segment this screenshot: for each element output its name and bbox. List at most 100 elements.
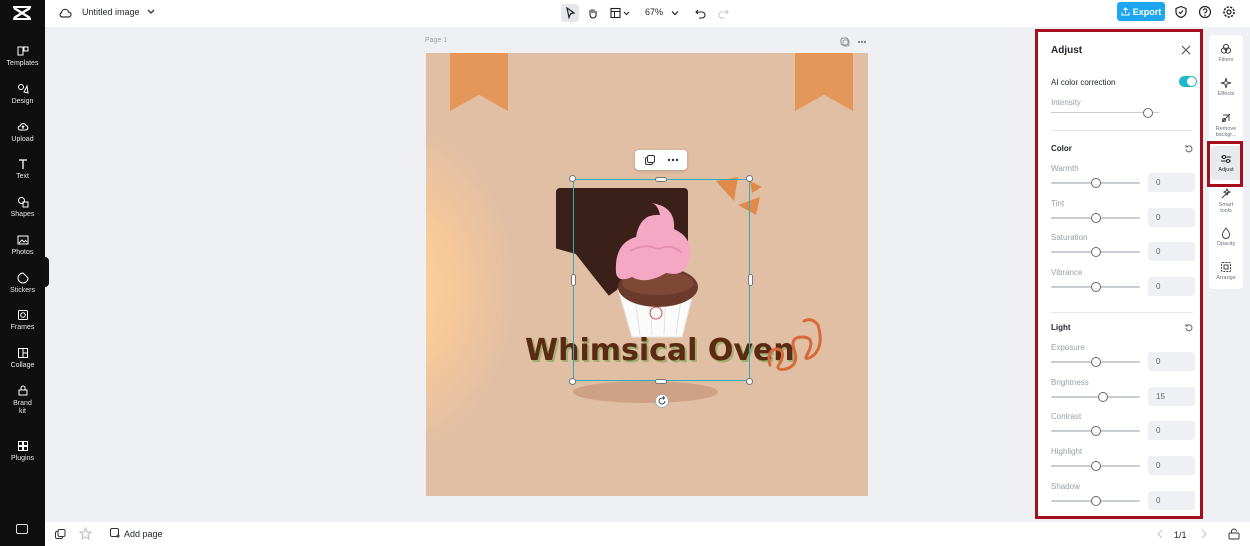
- sidebar-item-stickers[interactable]: Stickers: [0, 272, 45, 295]
- resize-handle-bottom[interactable]: [655, 379, 667, 384]
- help-icon[interactable]: [1198, 5, 1212, 19]
- frames-icon: [17, 310, 28, 320]
- highlight-slider-thumb[interactable]: [1090, 461, 1101, 472]
- cupcake-shadow[interactable]: [573, 381, 718, 403]
- resize-handle-top-right[interactable]: [746, 175, 753, 182]
- chevron-left-icon[interactable]: [1155, 528, 1165, 540]
- ribbon-decoration-right[interactable]: [795, 53, 853, 111]
- contrast-slider-thumb[interactable]: [1090, 426, 1101, 437]
- lock-icon[interactable]: [1228, 528, 1240, 540]
- squiggle-decoration[interactable]: [764, 315, 826, 373]
- brightness-value-input[interactable]: 15: [1148, 386, 1195, 406]
- keyboard-shortcuts-icon[interactable]: [16, 524, 28, 534]
- shadow-value-input[interactable]: 0: [1148, 490, 1195, 510]
- zoom-level[interactable]: 67%: [645, 7, 663, 17]
- close-icon[interactable]: [1181, 45, 1191, 55]
- ai-correction-toggle[interactable]: [1179, 76, 1197, 87]
- layout-tool-button[interactable]: [608, 4, 634, 22]
- warmth-slider-thumb[interactable]: [1090, 178, 1101, 188]
- tint-slider[interactable]: [1051, 212, 1140, 223]
- add-page-button[interactable]: Add page: [110, 528, 163, 539]
- highlight-slider[interactable]: [1051, 461, 1140, 472]
- page-actions[interactable]: [840, 36, 870, 48]
- hand-tool-button[interactable]: [584, 4, 602, 22]
- sidebar-item-shapes[interactable]: Shapes: [0, 196, 45, 219]
- intensity-slider[interactable]: [1051, 108, 1159, 118]
- vibrance-value-input[interactable]: 0: [1148, 277, 1195, 297]
- sidebar-item-text[interactable]: Text: [0, 158, 45, 181]
- saturation-slider-thumb[interactable]: [1090, 247, 1101, 258]
- redo-button[interactable]: [715, 4, 731, 22]
- selection-box[interactable]: [573, 179, 750, 381]
- sidebar-item-label: Design: [11, 98, 34, 105]
- more-options-icon[interactable]: [666, 154, 680, 166]
- brightness-label: Brightness: [1051, 377, 1089, 387]
- shield-icon[interactable]: [1174, 5, 1188, 19]
- resize-handle-top[interactable]: [655, 177, 667, 182]
- capcut-logo-icon[interactable]: [11, 3, 33, 23]
- sidebar-item-templates[interactable]: Templates: [0, 45, 45, 68]
- exposure-value-input[interactable]: 0: [1148, 352, 1195, 371]
- reset-icon[interactable]: [1184, 323, 1194, 333]
- saturation-value-input[interactable]: 0: [1148, 242, 1195, 262]
- pages-icon[interactable]: [55, 529, 66, 540]
- artboard[interactable]: Whimsical Oven: [426, 53, 868, 496]
- shadow-slider-thumb[interactable]: [1090, 495, 1101, 506]
- sidebar-item-design[interactable]: Design: [0, 83, 45, 106]
- tint-value-input[interactable]: 0: [1148, 207, 1195, 227]
- export-label: Export: [1132, 6, 1162, 17]
- resize-handle-bottom-right[interactable]: [746, 378, 753, 385]
- highlight-value-input[interactable]: 0: [1148, 456, 1195, 476]
- tool-rail-filters[interactable]: Filters: [1209, 43, 1243, 63]
- sidebar-item-upload[interactable]: Upload: [0, 121, 45, 144]
- tool-rail-remove-backgr[interactable]: Remove backgr...: [1209, 112, 1243, 138]
- sidebar-item-brand-kit[interactable]: Brand kit: [0, 385, 45, 416]
- saturation-slider[interactable]: [1051, 247, 1140, 258]
- chevron-down-icon[interactable]: [147, 6, 155, 18]
- resize-handle-left[interactable]: [571, 274, 576, 286]
- adjust-panel: Adjust AI color correction Intensity Col…: [1035, 29, 1203, 519]
- sidebar-item-frames[interactable]: Frames: [0, 309, 45, 332]
- warmth-value-input[interactable]: 0: [1148, 173, 1195, 192]
- sidebar-item-photos[interactable]: Photos: [0, 234, 45, 257]
- gear-icon[interactable]: [1222, 5, 1236, 19]
- resize-handle-bottom-left[interactable]: [569, 378, 576, 385]
- brightness-slider[interactable]: [1051, 391, 1140, 402]
- smart-tools-icon: [1221, 188, 1232, 199]
- intensity-slider-thumb[interactable]: [1143, 108, 1154, 118]
- tool-rail-opacity[interactable]: Opacity: [1209, 227, 1243, 247]
- chevron-down-icon: [671, 11, 679, 16]
- exposure-slider[interactable]: [1051, 357, 1140, 367]
- duplicate-icon[interactable]: [644, 154, 656, 166]
- zoom-dropdown-button[interactable]: [670, 4, 680, 22]
- sidebar-item-plugins[interactable]: Plugins: [0, 440, 45, 463]
- file-title[interactable]: Untitled image: [82, 7, 140, 17]
- highlight-label: Highlight: [1051, 447, 1083, 457]
- shadow-slider[interactable]: [1051, 495, 1140, 506]
- tool-rail-effects[interactable]: Effects: [1209, 77, 1243, 97]
- undo-button[interactable]: [692, 4, 708, 22]
- exposure-slider-thumb[interactable]: [1090, 357, 1101, 367]
- ribbon-decoration-left[interactable]: [450, 53, 508, 111]
- chevron-right-icon[interactable]: [1199, 528, 1209, 540]
- sidebar-collapse-handle[interactable]: [43, 257, 49, 287]
- star-icon[interactable]: [79, 527, 92, 540]
- export-button[interactable]: Export: [1117, 2, 1165, 21]
- select-tool-button[interactable]: [561, 4, 579, 22]
- rotate-handle[interactable]: [655, 394, 669, 408]
- tool-rail-arrange[interactable]: Arrange: [1209, 261, 1243, 281]
- contrast-slider[interactable]: [1051, 426, 1140, 437]
- sidebar-item-collage[interactable]: Collage: [0, 347, 45, 370]
- contrast-value-input[interactable]: 0: [1148, 421, 1195, 441]
- tool-rail-smart-tools[interactable]: Smart tools: [1209, 188, 1243, 214]
- cloud-sync-icon[interactable]: [58, 6, 72, 20]
- brightness-slider-thumb[interactable]: [1097, 391, 1108, 402]
- shapes-icon: [17, 197, 28, 208]
- warmth-slider[interactable]: [1051, 178, 1140, 188]
- resize-handle-top-left[interactable]: [569, 175, 576, 182]
- tint-slider-thumb[interactable]: [1090, 212, 1101, 223]
- reset-icon[interactable]: [1184, 144, 1194, 154]
- vibrance-slider-thumb[interactable]: [1090, 282, 1101, 293]
- vibrance-slider[interactable]: [1051, 282, 1140, 293]
- resize-handle-right[interactable]: [748, 274, 753, 286]
